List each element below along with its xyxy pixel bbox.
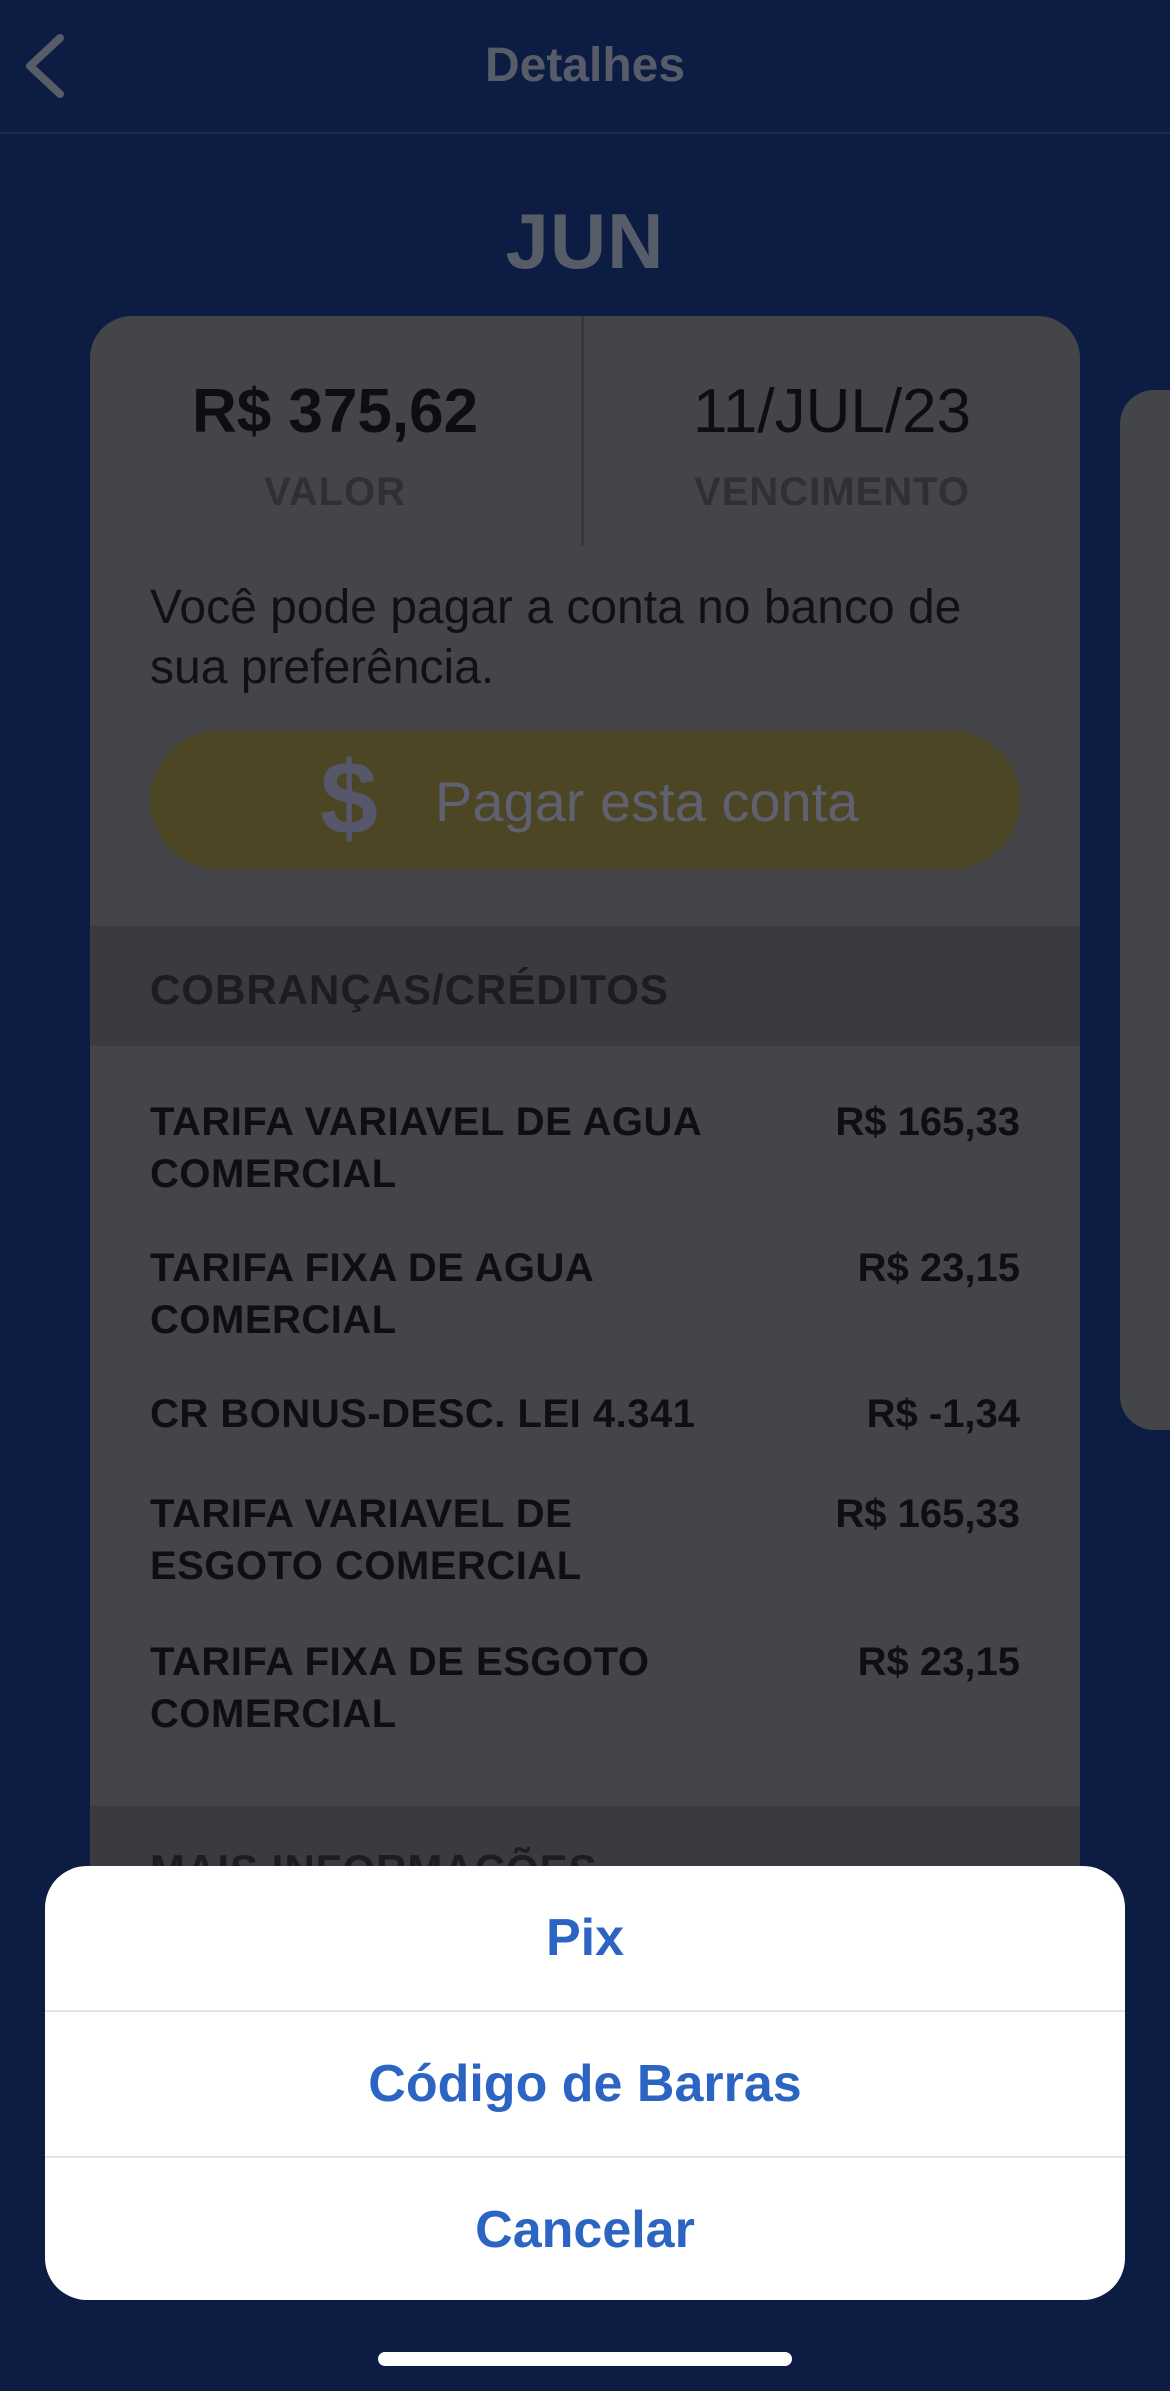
bill-details-screen: Detalhes JUN R$ 375,62 VALOR 11/JUL/23 V…	[0, 0, 1170, 2391]
barcode-option-button[interactable]: Código de Barras	[45, 2012, 1125, 2156]
payment-action-sheet: Pix Código de Barras Cancelar	[45, 1866, 1125, 2300]
pay-bill-button[interactable]: $ Pagar esta conta	[150, 731, 1020, 869]
charge-value: R$ 165,33	[835, 1492, 1020, 1536]
charges-section-header: COBRANÇAS/CRÉDITOS	[90, 926, 1080, 1046]
bill-month: JUN	[505, 197, 665, 285]
bill-amount: R$ 375,62	[191, 377, 479, 446]
home-indicator[interactable]	[378, 2352, 792, 2366]
charge-name: TARIFA VARIAVEL DE ESGOTO COMERCIAL	[150, 1492, 582, 1588]
charge-name: TARIFA FIXA DE ESGOTO COMERCIAL	[150, 1640, 650, 1736]
cancel-button[interactable]: Cancelar	[45, 2158, 1125, 2300]
due-label: VENCIMENTO	[694, 470, 970, 514]
pix-option-button[interactable]: Pix	[45, 1866, 1125, 2010]
charge-value: R$ 23,15	[857, 1640, 1020, 1684]
charge-name: TARIFA VARIAVEL DE AGUA COMERCIAL	[150, 1100, 701, 1196]
charge-name: TARIFA FIXA DE AGUA COMERCIAL	[150, 1246, 593, 1342]
charge-name: CR BONUS-DESC. LEI 4.341	[150, 1392, 696, 1436]
due-block: 11/JUL/23 VENCIMENTO	[584, 316, 1080, 546]
bill-card: R$ 375,62 VALOR 11/JUL/23 VENCIMENTO Voc…	[90, 316, 1080, 2116]
pay-info-text: Você pode pagar a conta no banco de sua …	[150, 581, 962, 694]
pay-bill-label: Pagar esta conta	[435, 770, 859, 833]
next-bill-card-peek[interactable]	[1120, 390, 1170, 1430]
dollar-icon: $	[320, 741, 378, 857]
amount-label: VALOR	[263, 470, 407, 514]
page-title: Detalhes	[484, 39, 686, 92]
navigation-bar: Detalhes	[0, 0, 1170, 134]
amount-block: R$ 375,62 VALOR	[90, 316, 580, 546]
charge-value: R$ 23,15	[857, 1246, 1020, 1290]
due-date: 11/JUL/23	[692, 377, 972, 446]
charge-value: R$ -1,34	[866, 1392, 1020, 1436]
charge-value: R$ 165,33	[835, 1100, 1020, 1144]
charges-section-title: COBRANÇAS/CRÉDITOS	[150, 966, 669, 1013]
